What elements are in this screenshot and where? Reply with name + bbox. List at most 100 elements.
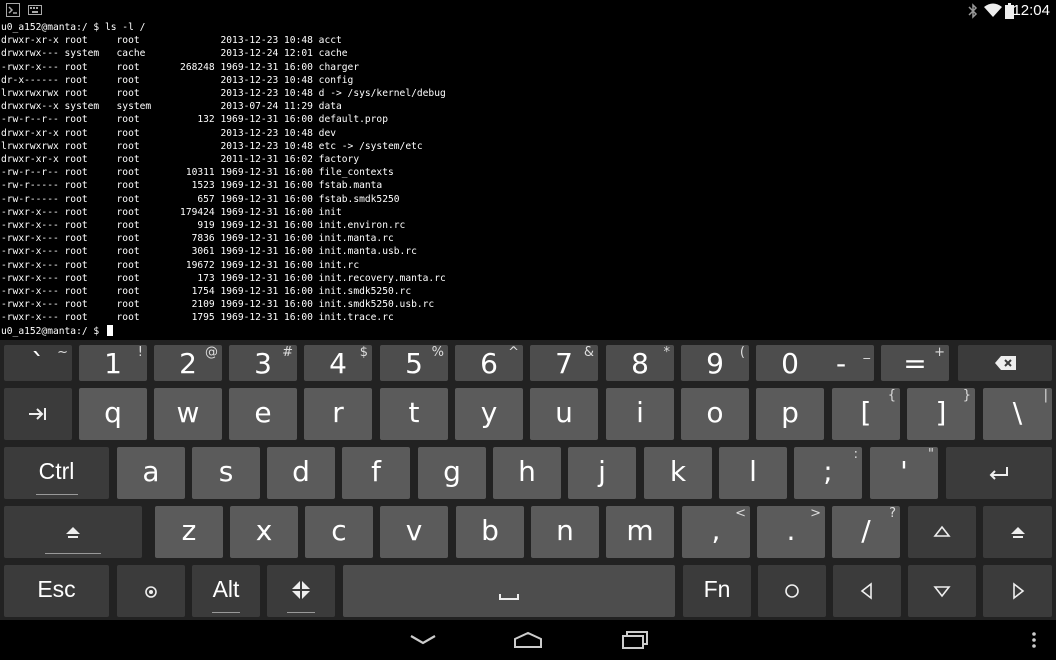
key-esc[interactable]: Esc <box>4 565 109 617</box>
key-2[interactable]: 2 @ <box>154 345 222 381</box>
key-s[interactable]: s <box>192 447 260 499</box>
key-a[interactable]: a <box>117 447 185 499</box>
key-l[interactable]: l <box>719 447 787 499</box>
key-tab[interactable] <box>4 388 72 440</box>
key-t[interactable]: t <box>380 388 448 440</box>
key-ctrl[interactable]: Ctrl <box>4 447 109 499</box>
key-i[interactable]: i <box>606 388 674 440</box>
key-u[interactable]: u <box>530 388 598 440</box>
key-label: j <box>598 455 606 488</box>
key-label: k <box>669 455 687 488</box>
key-k[interactable]: k <box>644 447 712 499</box>
key-j[interactable]: j <box>568 447 636 499</box>
text-cursor <box>106 324 113 336</box>
key-arrow-right[interactable] <box>983 565 1052 617</box>
key-b[interactable]: b <box>456 506 524 558</box>
key-c[interactable]: c <box>305 506 373 558</box>
key-h[interactable]: h <box>493 447 561 499</box>
key-shift-right[interactable] <box>983 506 1052 558</box>
key-r[interactable]: r <box>304 388 372 440</box>
terminal-output-line: -rw-r----- root root 657 1969-12-31 16:0… <box>1 193 400 205</box>
key-alt-label: : <box>853 447 858 462</box>
navigation-bar <box>0 620 1056 660</box>
key-enter[interactable] <box>946 447 1052 499</box>
key-minus[interactable]: - _ <box>808 345 874 381</box>
arrow-right-icon <box>1012 582 1024 600</box>
key-4[interactable]: 4 $ <box>304 345 372 381</box>
key-z[interactable]: z <box>155 506 223 558</box>
key-9[interactable]: 9( <box>681 345 749 381</box>
wifi-icon <box>984 3 1002 17</box>
key-alt[interactable]: Alt <box>192 565 260 617</box>
space-icon <box>499 594 519 600</box>
key-equals[interactable]: = + <box>881 345 949 381</box>
key-o[interactable]: o <box>681 388 749 440</box>
key-label: r <box>332 396 344 429</box>
key-label: d <box>292 455 310 488</box>
key-circle[interactable] <box>758 565 826 617</box>
key-7[interactable]: 7 & <box>530 345 598 381</box>
key-5[interactable]: 5% <box>380 345 448 381</box>
key-8[interactable]: 8 * <box>606 345 674 381</box>
key-backslash[interactable]: \ | <box>983 388 1052 440</box>
key-label: s <box>218 455 234 488</box>
key-comma[interactable]: , < <box>682 506 750 558</box>
arrow-left-icon <box>860 582 872 600</box>
key-meta[interactable] <box>267 565 335 617</box>
terminal-prompt-line[interactable]: u0_a152@manta:/ $ <box>1 324 113 338</box>
key-fn[interactable]: Fn <box>683 565 751 617</box>
key-label: o <box>706 396 724 429</box>
menu-icon[interactable] <box>1030 630 1038 650</box>
key-slash[interactable]: /? <box>832 506 900 558</box>
key-q[interactable]: q <box>79 388 147 440</box>
key-y[interactable]: y <box>455 388 523 440</box>
terminal-output-line: -rw-r----- root root 1523 1969-12-31 16:… <box>1 180 383 192</box>
terminal-output[interactable]: u0_a152@manta:/ $ ls -l / drwxr-xr-x root… <box>0 20 1056 340</box>
key-space[interactable] <box>343 565 675 617</box>
key-v[interactable]: v <box>380 506 448 558</box>
key-backtick[interactable]: ` ~ <box>4 345 72 381</box>
key-p[interactable]: p <box>756 388 824 440</box>
terminal-output-line: -rwxr-x--- root root 7836 1969-12-31 16:… <box>1 233 394 245</box>
key-quote[interactable]: ' " <box>870 447 938 499</box>
home-icon[interactable] <box>512 630 544 650</box>
key-e[interactable]: e <box>229 388 297 440</box>
key-semicolon[interactable]: ;: <box>794 447 862 499</box>
key-m[interactable]: m <box>606 506 674 558</box>
terminal-output-line: -rwxr-x--- root root 179424 1969-12-31 1… <box>1 206 342 218</box>
key-label: m <box>626 514 654 547</box>
key-alt-label: | <box>1043 388 1048 403</box>
key-d[interactable]: d <box>267 447 335 499</box>
key-settings[interactable] <box>117 565 185 617</box>
recents-icon[interactable] <box>620 630 650 650</box>
key-6[interactable]: 6 ^ <box>455 345 523 381</box>
key-arrow-up[interactable] <box>908 506 976 558</box>
key-3[interactable]: 3 # <box>229 345 297 381</box>
key-g[interactable]: g <box>418 447 486 499</box>
back-icon[interactable] <box>408 632 438 648</box>
modifier-indicator <box>212 612 240 613</box>
terminal-output-line: dr-x------ root root 2013-12-23 10:48 co… <box>1 74 354 86</box>
key-arrow-left[interactable] <box>833 565 901 617</box>
key-shift-left[interactable] <box>4 506 142 558</box>
shift-icon <box>1010 527 1025 538</box>
terminal-output-line: lrwxrwxrwx root root 2013-12-23 10:48 et… <box>1 140 423 152</box>
key-w[interactable]: w <box>154 388 222 440</box>
keyboard-notification-icon <box>28 5 42 15</box>
key-alt-label: < <box>735 506 746 521</box>
key-arrow-down[interactable] <box>908 565 976 617</box>
key-x[interactable]: x <box>230 506 298 558</box>
key-1[interactable]: 1! <box>79 345 147 381</box>
key-left-bracket[interactable]: [{ <box>832 388 900 440</box>
key-period[interactable]: . > <box>757 506 825 558</box>
key-f[interactable]: f <box>342 447 410 499</box>
key-backspace[interactable] <box>958 345 1052 381</box>
terminal-output-line: -rwxr-x--- root root 919 1969-12-31 16:0… <box>1 220 406 231</box>
terminal-output-line: lrwxrwxrwx root root 2013-12-23 10:48 d … <box>1 88 446 99</box>
key-alt-label: % <box>431 345 444 360</box>
backspace-icon <box>995 356 1016 370</box>
key-n[interactable]: n <box>531 506 599 558</box>
arrow-down-icon <box>933 586 951 598</box>
key-right-bracket[interactable]: ]} <box>907 388 975 440</box>
key-label: t <box>408 396 420 429</box>
